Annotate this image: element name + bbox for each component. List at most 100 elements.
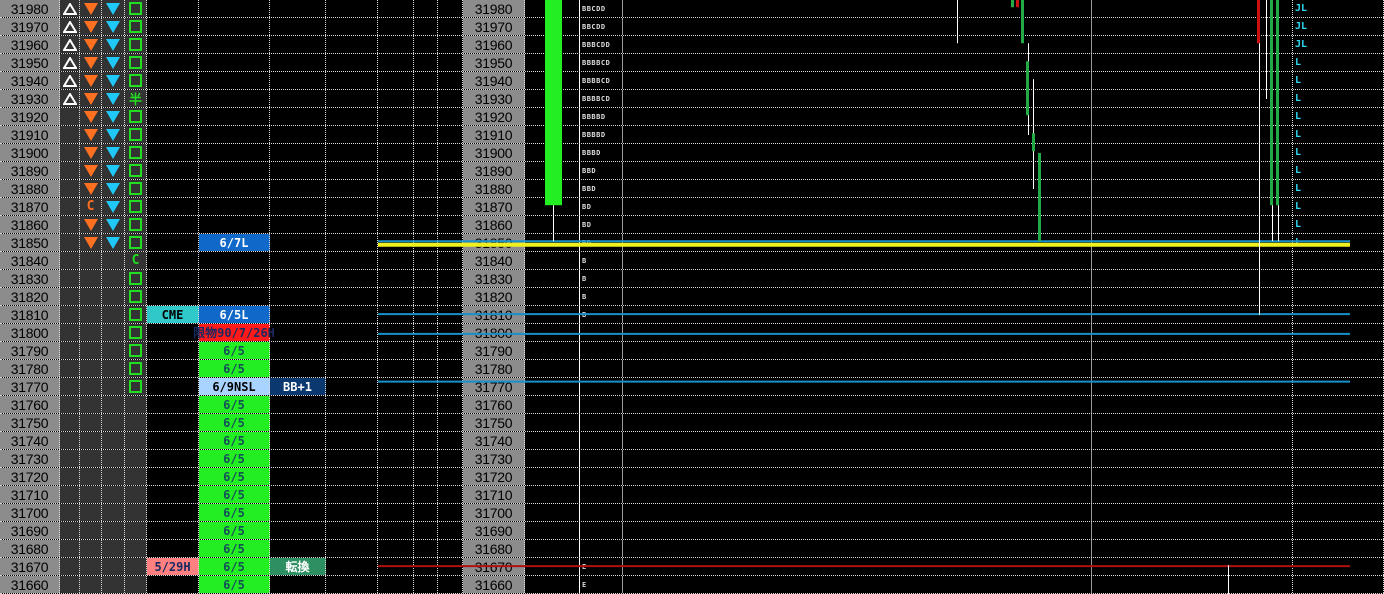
cell[interactable]: [147, 414, 199, 431]
cell[interactable]: [525, 180, 580, 197]
cell[interactable]: [525, 468, 580, 485]
cell[interactable]: 31830: [0, 270, 60, 287]
cell[interactable]: [147, 90, 199, 107]
cell[interactable]: [60, 378, 80, 395]
cell[interactable]: [438, 126, 463, 143]
ladder-row[interactable]: 31660 6/5 31660 E: [0, 576, 1384, 594]
cell[interactable]: [147, 576, 199, 593]
cell[interactable]: 31860: [0, 216, 60, 233]
cell[interactable]: [438, 468, 463, 485]
cell[interactable]: [1293, 306, 1384, 323]
ladder-row[interactable]: 31950 31950 BBBBCD L: [0, 54, 1384, 72]
cell[interactable]: [623, 432, 1092, 449]
level-tag-green[interactable]: 6/5: [223, 560, 245, 574]
cell[interactable]: [60, 144, 80, 161]
cell[interactable]: [438, 90, 463, 107]
cell[interactable]: [580, 504, 623, 521]
cell[interactable]: [125, 504, 147, 521]
cell[interactable]: [147, 360, 199, 377]
cell[interactable]: [623, 126, 1092, 143]
cell[interactable]: [102, 144, 125, 161]
cell[interactable]: [102, 432, 125, 449]
cell[interactable]: [102, 72, 125, 89]
cell[interactable]: 6/7L: [199, 234, 270, 251]
cell[interactable]: [60, 540, 80, 557]
ladder-row[interactable]: 31690 6/5 31690: [0, 522, 1384, 540]
cell[interactable]: [1092, 486, 1293, 503]
cell[interactable]: 31920: [463, 108, 525, 125]
cell[interactable]: [60, 216, 80, 233]
cell[interactable]: [623, 162, 1092, 179]
cell[interactable]: [378, 216, 414, 233]
cell[interactable]: [1293, 324, 1384, 341]
cell[interactable]: [270, 576, 326, 593]
cell[interactable]: [1092, 378, 1293, 395]
cell[interactable]: [102, 306, 125, 323]
cell[interactable]: [414, 522, 438, 539]
cell[interactable]: 31690: [463, 522, 525, 539]
cell[interactable]: [525, 72, 580, 89]
cell[interactable]: [580, 540, 623, 557]
cell[interactable]: [125, 522, 147, 539]
cell[interactable]: [623, 108, 1092, 125]
cell[interactable]: [102, 108, 125, 125]
cell[interactable]: L: [1293, 90, 1384, 107]
cell[interactable]: [80, 162, 102, 179]
cell[interactable]: [125, 216, 147, 233]
cell[interactable]: [147, 126, 199, 143]
level-tag-green[interactable]: 6/5: [223, 488, 245, 502]
cell[interactable]: [147, 324, 199, 341]
cell[interactable]: [80, 306, 102, 323]
cell[interactable]: 31730: [463, 450, 525, 467]
cell[interactable]: [102, 36, 125, 53]
cell[interactable]: [378, 288, 414, 305]
cell[interactable]: [414, 270, 438, 287]
cell[interactable]: [60, 90, 80, 107]
cell[interactable]: [378, 558, 414, 575]
cell[interactable]: [623, 414, 1092, 431]
cell[interactable]: JL: [1293, 18, 1384, 35]
cell[interactable]: BBBBD: [580, 108, 623, 125]
cell[interactable]: 31790: [0, 342, 60, 359]
cell[interactable]: 31890: [0, 162, 60, 179]
cell[interactable]: [414, 504, 438, 521]
cell[interactable]: 31710: [0, 486, 60, 503]
cell[interactable]: [525, 198, 580, 215]
cell[interactable]: [80, 36, 102, 53]
ladder-row[interactable]: 31900 31900 BBBD L: [0, 144, 1384, 162]
cell[interactable]: [199, 288, 270, 305]
cell[interactable]: [125, 342, 147, 359]
level-tag-teal[interactable]: 転換: [285, 558, 309, 575]
cell[interactable]: 6/5L: [199, 306, 270, 323]
level-tag-green[interactable]: 6/5: [223, 470, 245, 484]
cell[interactable]: 6/5: [199, 468, 270, 485]
cell[interactable]: [270, 288, 326, 305]
cell[interactable]: [378, 144, 414, 161]
cell[interactable]: 31910: [463, 126, 525, 143]
cell[interactable]: [1092, 0, 1293, 17]
cell[interactable]: [80, 324, 102, 341]
cell[interactable]: [199, 18, 270, 35]
cell[interactable]: [414, 126, 438, 143]
cell[interactable]: [326, 378, 378, 395]
cell[interactable]: [147, 504, 199, 521]
cell[interactable]: [438, 450, 463, 467]
ladder-row[interactable]: 31810 CME 6/5L 31810 B: [0, 306, 1384, 324]
cell[interactable]: [378, 54, 414, 71]
cell[interactable]: [1293, 504, 1384, 521]
cell[interactable]: [270, 72, 326, 89]
cell[interactable]: [270, 216, 326, 233]
cell[interactable]: [438, 18, 463, 35]
cell[interactable]: [414, 162, 438, 179]
cell[interactable]: [623, 180, 1092, 197]
cell[interactable]: [623, 288, 1092, 305]
cell[interactable]: [80, 432, 102, 449]
cell[interactable]: [378, 18, 414, 35]
cell[interactable]: [60, 360, 80, 377]
cell[interactable]: [125, 306, 147, 323]
cell[interactable]: [270, 522, 326, 539]
cell[interactable]: [1092, 468, 1293, 485]
cell[interactable]: [270, 396, 326, 413]
cell[interactable]: 6/5: [199, 396, 270, 413]
cell[interactable]: [525, 54, 580, 71]
